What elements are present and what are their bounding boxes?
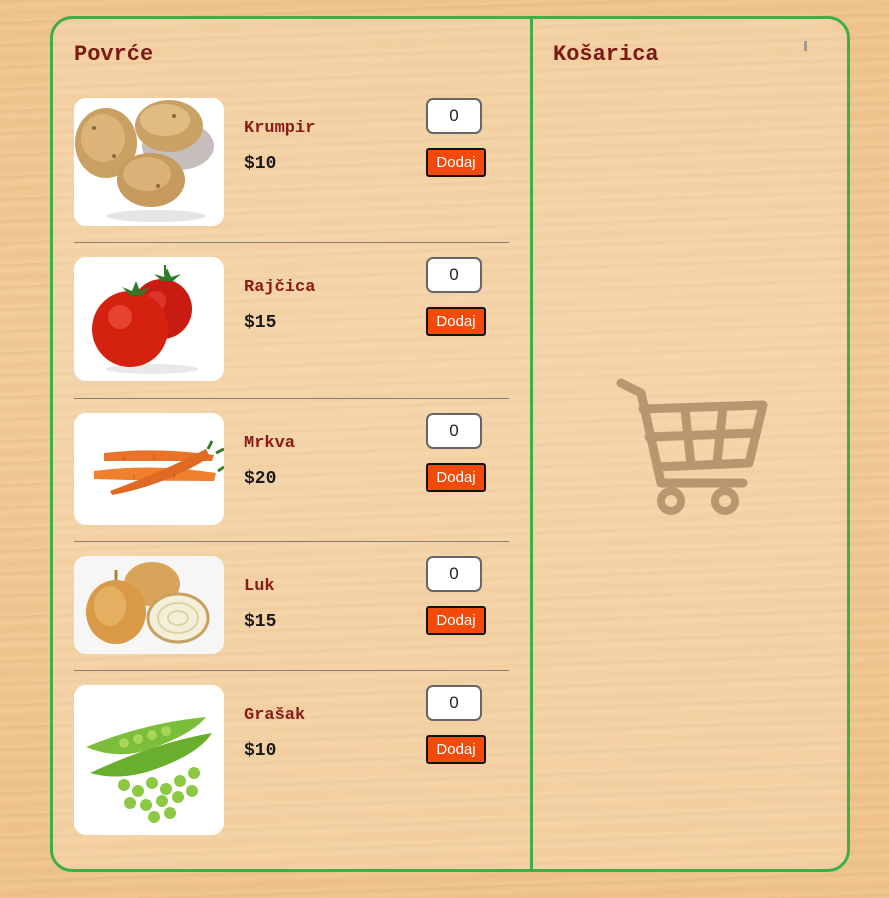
add-button[interactable]: Dodaj: [426, 307, 486, 336]
cart-panel-title: Košarica: [553, 42, 659, 67]
quantity-input[interactable]: [426, 685, 482, 721]
scroll-indicator: [804, 41, 807, 51]
quantity-input[interactable]: [426, 556, 482, 592]
quantity-input[interactable]: [426, 257, 482, 293]
product-row-krumpir: Krumpir $10 Dodaj: [74, 98, 509, 228]
product-name: Grašak: [244, 706, 306, 725]
panel-divider: [530, 19, 533, 869]
product-name: Krumpir: [244, 119, 316, 138]
add-button[interactable]: Dodaj: [426, 606, 486, 635]
onion-image: [74, 556, 224, 654]
product-row-grasak: Grašak $10 Dodaj: [74, 685, 509, 835]
product-price: $10: [244, 741, 277, 761]
carrot-image: [74, 413, 224, 525]
quantity-input[interactable]: [426, 98, 482, 134]
add-button[interactable]: Dodaj: [426, 148, 486, 177]
products-panel-title: Povrće: [74, 42, 154, 67]
product-price: $20: [244, 469, 277, 489]
product-row-rajcica: Rajčica $15 Dodaj: [74, 257, 509, 383]
shopping-cart-icon: [613, 375, 773, 535]
peas-image: [74, 685, 224, 835]
product-price: $15: [244, 313, 277, 333]
potato-image: [74, 98, 224, 226]
quantity-input[interactable]: [426, 413, 482, 449]
product-row-mrkva: Mrkva $20 Dodaj: [74, 413, 509, 525]
product-price: $10: [244, 154, 277, 174]
product-name: Rajčica: [244, 278, 316, 297]
tomato-image: [74, 257, 224, 381]
product-price: $15: [244, 612, 277, 632]
product-name: Luk: [244, 577, 275, 596]
row-divider: [74, 541, 509, 542]
add-button[interactable]: Dodaj: [426, 463, 486, 492]
product-row-luk: Luk $15 Dodaj: [74, 556, 509, 656]
row-divider: [74, 398, 509, 399]
add-button[interactable]: Dodaj: [426, 735, 486, 764]
shop-frame: Povrće Košarica Krumpir $10 Dodaj: [50, 16, 850, 872]
product-name: Mrkva: [244, 434, 296, 453]
row-divider: [74, 670, 509, 671]
row-divider: [74, 242, 509, 243]
